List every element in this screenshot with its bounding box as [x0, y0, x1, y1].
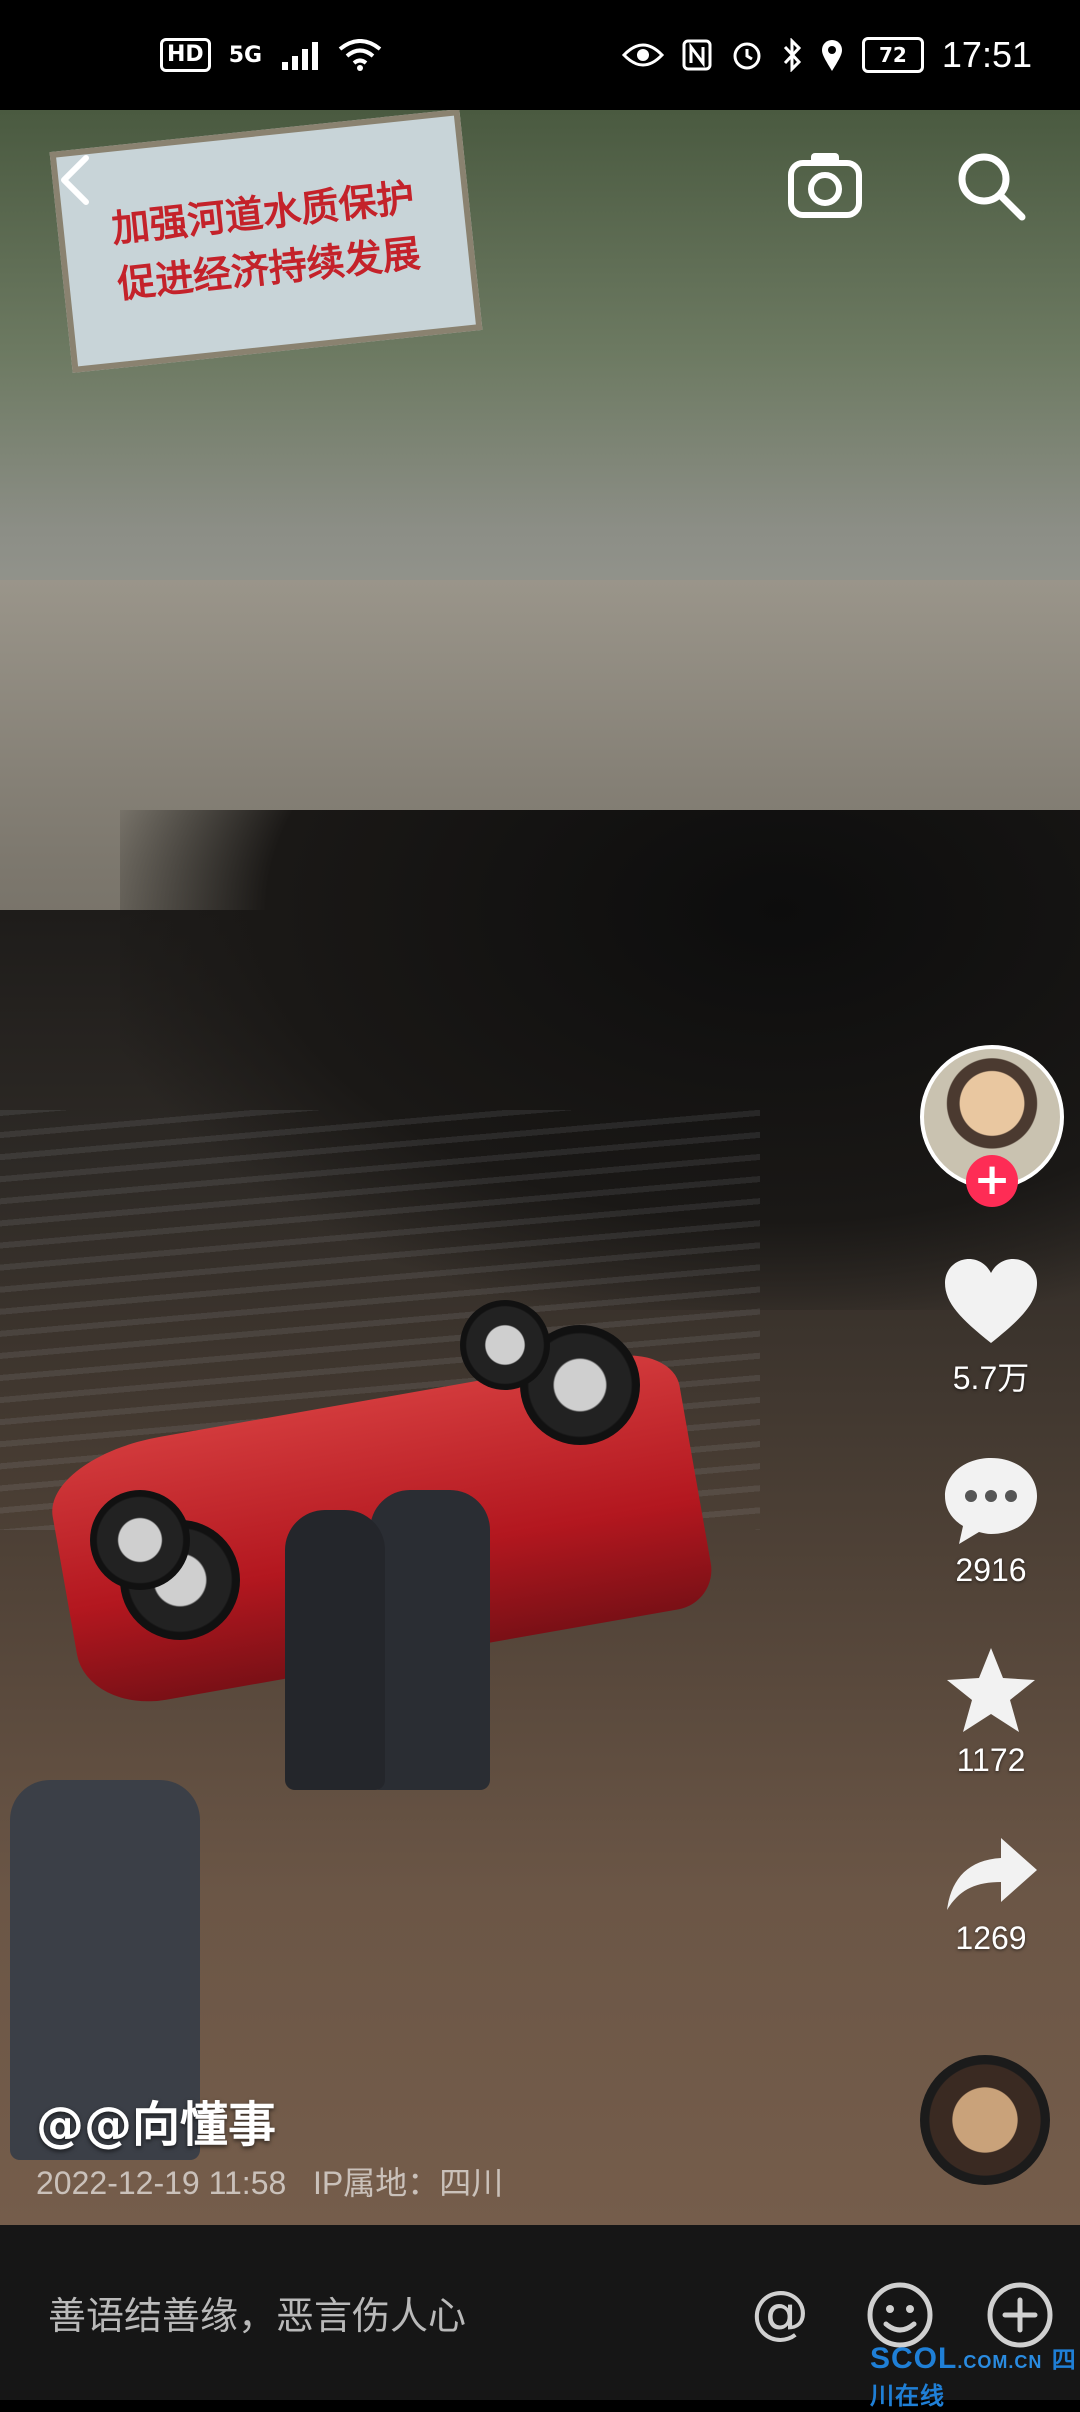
action-rail: + 5.7万 2916 1172 1269: [916, 1045, 1066, 1957]
search-icon[interactable]: [950, 145, 1030, 225]
share-button[interactable]: 1269: [916, 1834, 1066, 1957]
like-count: 5.7万: [952, 1360, 1030, 1396]
comment-input[interactable]: 善语结善缘，恶言伤人心: [48, 2285, 466, 2340]
top-controls: [0, 110, 1080, 260]
battery-indicator: 72: [861, 37, 924, 73]
comment-bubble-icon: [945, 1458, 1037, 1544]
person-figure: [285, 1510, 385, 1790]
like-button[interactable]: 5.7万: [916, 1257, 1066, 1399]
post-datetime: 2022-12-19 11:58: [36, 2165, 287, 2201]
bluetooth-icon: [783, 38, 801, 72]
nfc-icon: [682, 39, 712, 71]
scol-watermark: SCOL.COM.CN 四川在线: [870, 2340, 1080, 2412]
comment-count: 2916: [955, 1552, 1027, 1588]
creator-avatar-wrap: +: [920, 1045, 1064, 1207]
wifi-icon: [338, 39, 382, 71]
follow-button[interactable]: +: [966, 1155, 1018, 1207]
star-icon: [947, 1648, 1035, 1732]
car-wheel: [460, 1300, 550, 1390]
clock: 17:51: [941, 34, 1032, 75]
status-right: 72 17:51: [621, 34, 1032, 76]
network-label: 5G: [228, 42, 263, 68]
post-meta: 2022-12-19 11:58 IP属地：四川: [36, 2158, 503, 2204]
network-indicator: 5G: [229, 43, 262, 68]
mention-icon[interactable]: @: [745, 2280, 815, 2350]
camera-icon[interactable]: [785, 145, 865, 225]
author-name[interactable]: @@向懂事: [36, 2085, 276, 2155]
heart-icon: [945, 1259, 1037, 1343]
alarm-icon: [733, 42, 761, 70]
signal-icon: [282, 42, 319, 70]
share-count: 1269: [955, 1920, 1027, 1956]
car-wheel: [90, 1490, 190, 1590]
eye-comfort-icon: [621, 43, 664, 67]
svg-text:@: @: [751, 2280, 809, 2346]
favorite-button[interactable]: 1172: [916, 1644, 1066, 1779]
battery-level: 72: [878, 43, 907, 67]
favorite-count: 1172: [956, 1742, 1026, 1778]
music-disc[interactable]: [920, 2055, 1050, 2185]
chevron-left-icon[interactable]: [48, 150, 108, 210]
watermark-domain: .COM.CN: [957, 2352, 1043, 2372]
share-arrow-icon: [947, 1838, 1037, 1910]
status-bar: HD 5G 72 17:51: [0, 0, 1080, 110]
comment-button[interactable]: 2916: [916, 1454, 1066, 1589]
person-figure: [370, 1490, 490, 1790]
ip-location: IP属地：四川: [312, 2165, 504, 2201]
hd-badge: HD: [160, 38, 211, 72]
status-left: HD 5G: [160, 38, 382, 72]
watermark-brand: SCOL: [870, 2342, 958, 2375]
location-icon: [821, 40, 842, 71]
